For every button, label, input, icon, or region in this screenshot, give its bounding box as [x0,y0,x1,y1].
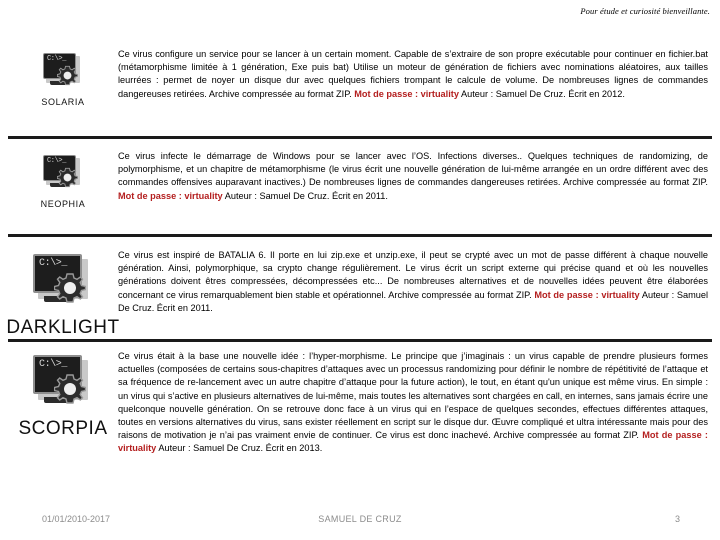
entry-icon-column: C:\>_ DARKLIGHT [6,249,120,339]
gear-icon [54,272,86,304]
entry-description: Ce virus était à la base une nouvelle id… [118,350,708,456]
gear-icon [57,65,78,86]
icon-code-text: C:\>_ [39,359,68,370]
entry-body: Ce virus était à la base une nouvelle id… [118,350,712,456]
desc-part-text: Ce virus infecte le démarrage de Windows… [118,151,708,188]
virus-monitor-icon: C:\>_ [32,253,94,311]
entry-scorpia: C:\>_ SCORPIA Ce virus était à la base u… [8,350,712,456]
page-header-note: Pour étude et curiosité bienveillante. [580,6,710,16]
entry-label: NEOPHIA [40,199,86,209]
entry-icon-column: C:\>_ SCORPIA [8,350,118,440]
virus-monitor-icon: C:\>_ [42,154,84,194]
entry-body: Ce virus est inspiré de BATALIA 6. Il po… [118,249,712,315]
footer-author: SAMUEL DE CRUZ [318,514,402,524]
page-footer: 01/01/2010-2017 SAMUEL DE CRUZ 3 [0,508,720,530]
entry-description: Ce virus configure un service pour se la… [118,48,708,101]
desc-part-text: Ce virus était à la base une nouvelle id… [118,351,708,441]
gear-icon [57,167,78,188]
entry-description: Ce virus infecte le démarrage de Windows… [118,150,708,203]
entry-description: Ce virus est inspiré de BATALIA 6. Il po… [118,249,708,315]
entry-darklight: C:\>_ DARKLIGHT Ce virus est inspiré de … [6,249,712,339]
section-divider [8,234,712,237]
desc-part-author: Auteur : Samuel De Cruz. Écrit en 2012. [458,88,625,99]
desc-part-author: Auteur : Samuel De Cruz. Écrit en 2011. [222,190,388,201]
virus-monitor-icon: C:\>_ [32,354,94,412]
footer-page-number: 3 [674,514,680,524]
icon-code-text: C:\>_ [39,258,68,269]
desc-part-author: Auteur : Samuel De Cruz. Écrit en 2013. [156,443,323,454]
entry-icon-column: C:\>_ SOLARIA [8,48,118,107]
section-divider [8,339,712,342]
entry-solaria: C:\>_ SOLARIA Ce virus configure un serv… [8,48,712,107]
entry-label: SOLARIA [41,97,85,107]
icon-code-text: C:\>_ [47,55,67,63]
gear-icon [54,373,86,405]
entry-icon-column: C:\>_ NEOPHIA [8,150,118,209]
section-divider [8,136,712,139]
virus-monitor-icon: C:\>_ [42,52,84,92]
entry-body: Ce virus configure un service pour se la… [118,48,712,101]
icon-code-text: C:\>_ [47,157,67,165]
password-highlight: Mot de passe : virtuality [118,190,223,201]
entry-label: DARKLIGHT [6,317,120,338]
document-page: Pour étude et curiosité bienveillante. C… [0,0,720,540]
password-highlight: Mot de passe : virtuality [354,88,459,99]
entry-neophia: C:\>_ NEOPHIA Ce virus infecte le démarr… [8,150,712,209]
entry-label: SCORPIA [18,418,108,439]
entry-body: Ce virus infecte le démarrage de Windows… [118,150,712,203]
password-highlight: Mot de passe : virtuality [534,289,640,300]
